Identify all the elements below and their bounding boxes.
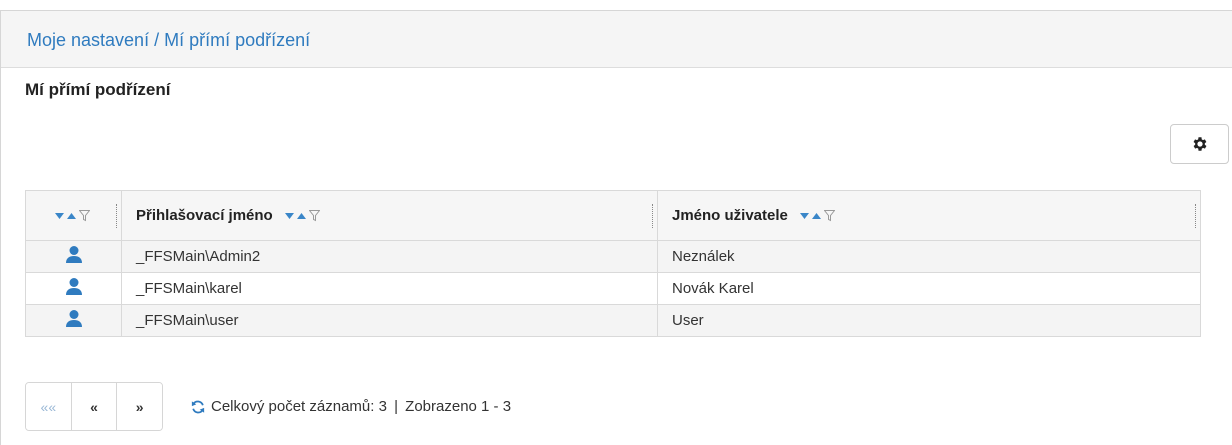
sort-asc-icon[interactable] — [67, 213, 76, 220]
column-header-login-label: Přihlašovací jméno — [136, 207, 273, 224]
name-cell: Neználek — [657, 240, 1201, 273]
column-resize-handle[interactable] — [652, 204, 654, 228]
refresh-icon[interactable] — [191, 400, 205, 414]
table-row[interactable]: _FFSMain\karel Novák Karel — [25, 272, 1201, 305]
column-header-icon — [25, 190, 122, 241]
first-page-button[interactable]: «« — [26, 383, 72, 430]
name-cell: User — [657, 304, 1201, 337]
settings-button[interactable] — [1170, 124, 1229, 164]
name-cell: Novák Karel — [657, 272, 1201, 305]
row-icon-cell — [25, 272, 122, 305]
filter-icon[interactable] — [824, 210, 836, 222]
column-header-name-label: Jméno uživatele — [672, 207, 788, 224]
page-title: Mí přímí podřízení — [25, 80, 171, 99]
gear-icon — [1193, 137, 1206, 151]
sort-desc-icon[interactable] — [55, 213, 64, 220]
column-resize-handle[interactable] — [1195, 204, 1197, 228]
next-page-button[interactable]: » — [117, 383, 162, 430]
panel-header: Moje nastavení / Mí přímí podřízení — [1, 11, 1232, 68]
row-icon-cell — [25, 304, 122, 337]
table-row[interactable]: _FFSMain\user User — [25, 304, 1201, 337]
record-status: Celkový počet záznamů: 3 | Zobrazeno 1 -… — [191, 398, 511, 415]
table-header-row: Přihlašovací jméno Jméno uživatele — [25, 190, 1201, 241]
filter-icon[interactable] — [308, 210, 320, 222]
sort-asc-icon[interactable] — [296, 213, 306, 220]
column-header-name[interactable]: Jméno uživatele — [657, 190, 1201, 241]
user-icon — [65, 310, 82, 327]
sort-controls — [800, 210, 836, 222]
row-icon-cell — [25, 240, 122, 273]
login-cell: _FFSMain\user — [121, 304, 658, 337]
sort-controls — [284, 210, 320, 222]
subordinates-table: Přihlašovací jméno Jméno uživatele _FFSM… — [25, 190, 1201, 337]
sort-asc-icon[interactable] — [812, 213, 822, 220]
status-separator: | — [394, 398, 398, 415]
login-cell: _FFSMain\karel — [121, 272, 658, 305]
sort-desc-icon[interactable] — [800, 213, 810, 220]
column-header-login[interactable]: Přihlašovací jméno — [121, 190, 658, 241]
login-cell: _FFSMain\Admin2 — [121, 240, 658, 273]
previous-page-button[interactable]: « — [71, 383, 118, 430]
breadcrumb[interactable]: Moje nastavení / Mí přímí podřízení — [27, 30, 310, 50]
pagination: «« « » — [25, 382, 163, 431]
sort-desc-icon[interactable] — [284, 213, 294, 220]
total-records-label: Celkový počet záznamů: 3 — [211, 398, 387, 415]
table-row[interactable]: _FFSMain\Admin2 Neználek — [25, 240, 1201, 273]
column-resize-handle[interactable] — [116, 204, 118, 228]
shown-records-label: Zobrazeno 1 - 3 — [405, 398, 512, 415]
user-icon — [65, 246, 82, 263]
filter-icon[interactable] — [79, 210, 90, 222]
sort-controls — [55, 210, 90, 222]
user-icon — [65, 278, 82, 295]
